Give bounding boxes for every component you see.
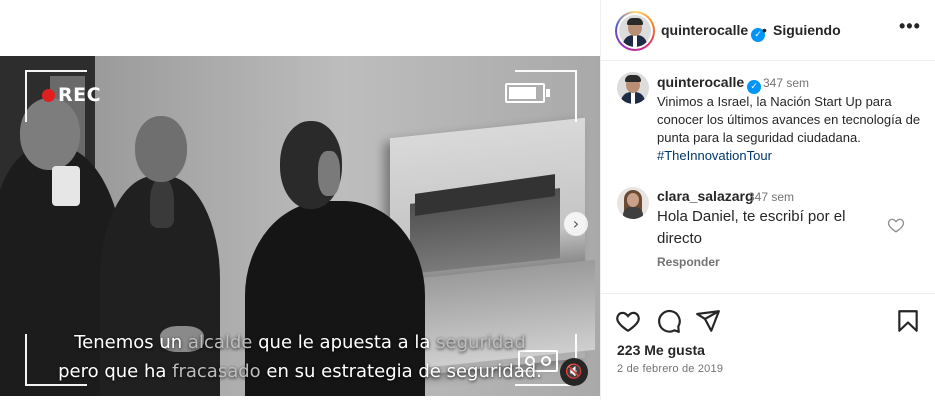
subtitle-1-b: alcalde	[187, 332, 253, 353]
video-person-middle-head	[135, 116, 187, 182]
following-button[interactable]: Siguiendo	[773, 22, 841, 38]
video-person-middle-shirt	[150, 178, 174, 228]
subtitle-1-c: que le apuesta a la	[252, 332, 437, 353]
comment-username[interactable]: clara_salazarg	[657, 188, 754, 204]
more-options-icon[interactable]: •••	[899, 16, 921, 37]
media-column: REC Tenemos un alcalde que le apuesta a …	[0, 0, 600, 400]
next-media-button[interactable]: ›	[564, 212, 588, 236]
comment-icon[interactable]	[656, 308, 682, 334]
header-avatar[interactable]	[615, 11, 655, 51]
post-side-panel: quinterocalle ✓ • Siguiendo ••• quinteroc…	[600, 0, 935, 400]
subtitle-2-c: en su estrategia de seguridad.	[260, 361, 542, 382]
caption-body: Vinimos a Israel, la Nación Start Up par…	[657, 94, 921, 145]
subtitle-line-2: pero que ha fracasado en su estrategia d…	[0, 361, 600, 382]
comment-like-heart-icon[interactable]	[887, 216, 905, 234]
post-date[interactable]: 2 de febrero de 2019	[617, 363, 723, 375]
caption-time[interactable]: 347 sem	[763, 76, 809, 90]
post-actions: 223 Me gusta 2 de febrero de 2019	[601, 293, 935, 400]
post-video[interactable]: REC Tenemos un alcalde que le apuesta a …	[0, 56, 600, 396]
mute-button[interactable]: 🔇	[560, 358, 588, 386]
rec-label: REC	[58, 84, 102, 106]
subtitle-1-d: seguridad	[436, 332, 526, 353]
comment-text: Hola Daniel, te escribí por el directo	[657, 208, 846, 247]
video-person-right-face	[318, 151, 340, 196]
caption-username[interactable]: quinterocalle	[657, 74, 744, 90]
subtitle-2-b: fracasado	[172, 361, 261, 382]
comment-time[interactable]: 347 sem	[748, 190, 794, 204]
verified-badge-icon: ✓	[747, 80, 762, 94]
caption-username-wrap[interactable]: quinterocalle ✓	[657, 74, 762, 94]
record-dot-icon	[42, 89, 55, 102]
caption-text: Vinimos a Israel, la Nación Start Up par…	[657, 93, 922, 165]
header-username[interactable]: quinterocalle	[661, 22, 748, 38]
subtitle-2-a: pero que ha	[58, 361, 173, 382]
caption-hashtag-link[interactable]: #TheInnovationTour	[657, 148, 772, 163]
video-person-left-collar	[52, 166, 80, 206]
battery-fill	[509, 87, 536, 99]
avatar-image	[619, 15, 651, 47]
likes-count[interactable]: 223 Me gusta	[617, 342, 705, 358]
share-icon[interactable]	[695, 308, 721, 334]
caption-avatar[interactable]	[617, 72, 649, 104]
header-separator: •	[762, 22, 767, 38]
comment-avatar[interactable]	[617, 187, 649, 219]
battery-icon	[505, 83, 550, 103]
header-username-wrap[interactable]: quinterocalle ✓	[661, 22, 766, 42]
post-header: quinterocalle ✓ • Siguiendo •••	[601, 0, 935, 61]
comments-section[interactable]: quinterocalle ✓ 347 sem Vinimos a Israel,…	[601, 62, 935, 292]
subtitle-1-a: Tenemos un	[74, 332, 188, 353]
subtitle-line-1: Tenemos un alcalde que le apuesta a la s…	[0, 332, 600, 353]
bookmark-icon[interactable]	[895, 308, 921, 334]
reply-button[interactable]: Responder	[657, 255, 720, 269]
heart-icon[interactable]	[615, 308, 641, 334]
